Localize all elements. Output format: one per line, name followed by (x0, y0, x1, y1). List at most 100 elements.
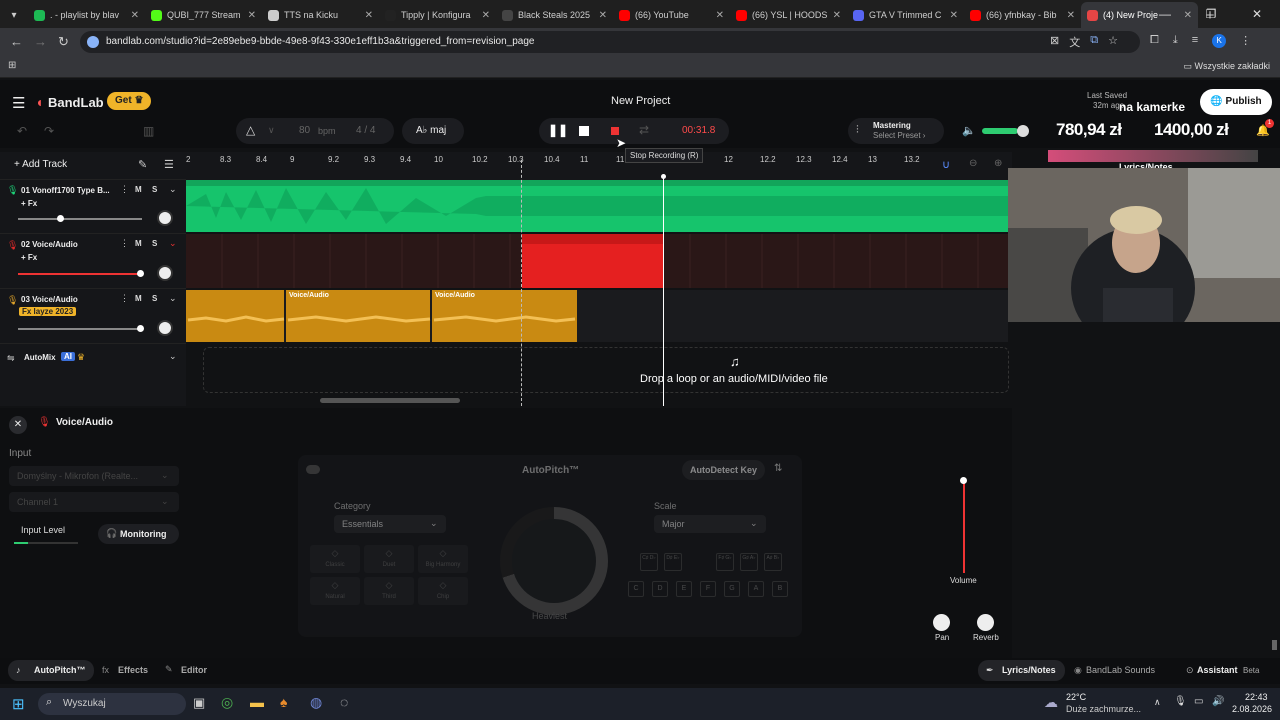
fl-studio-icon[interactable]: ♠ (280, 694, 287, 710)
pan-knob[interactable] (933, 614, 950, 631)
bpm-value[interactable]: 80 (299, 125, 310, 136)
edit-icon[interactable]: ✎ (138, 158, 147, 171)
site-info-icon[interactable] (87, 36, 99, 48)
time-signature[interactable]: 4 / 4 (356, 125, 375, 136)
track-header-3[interactable]: 🎙 03 Voice/Audio ⋮ M S ⌄ Fx layze 2023 (0, 289, 186, 344)
weather-desc[interactable]: Duże zachmurze... (1066, 704, 1141, 714)
mute-button[interactable]: M (135, 294, 142, 303)
pause-icon[interactable]: ❚❚ (548, 123, 568, 137)
browser-tab-2[interactable]: TTS na Kicku ✕ (262, 2, 379, 28)
get-button[interactable]: Get ♛ (107, 92, 152, 110)
fx-button[interactable]: + Fx (21, 199, 37, 208)
solo-button[interactable]: S (152, 239, 157, 248)
apps-grid-icon[interactable]: ⊞ (8, 60, 16, 71)
close-tab-icon[interactable]: ✕ (482, 10, 490, 21)
close-tab-icon[interactable]: ✕ (833, 10, 841, 21)
note-button[interactable]: D♯ E♭ (664, 553, 682, 571)
chrome-icon[interactable]: ◎ (221, 694, 233, 711)
tab-assistant[interactable]: Assistant (1197, 665, 1238, 675)
speaker-icon[interactable]: 🔈 (962, 124, 976, 137)
timeline-scrollbar[interactable] (320, 398, 460, 403)
volume-handle[interactable] (137, 270, 144, 277)
preset-button[interactable]: ◇ Duet (364, 545, 414, 573)
redo-icon[interactable]: ↷ (44, 124, 54, 138)
browser-tab-6[interactable]: (66) YSL | HOODS ✕ (730, 2, 847, 28)
mixer-icon[interactable]: ☰ (164, 158, 174, 171)
all-bookmarks-link[interactable]: ▭ Wszystkie zakładki (1183, 61, 1270, 72)
camera-off-icon[interactable]: ⊠ (1050, 34, 1059, 50)
key-button[interactable]: A♭ maj (402, 118, 464, 144)
track-header-2[interactable]: 🎙 02 Voice/Audio ⋮ M S ⌄ + Fx (0, 234, 186, 289)
chevron-down-icon[interactable]: ⌄ (169, 351, 177, 362)
track-volume-slider[interactable] (18, 273, 142, 275)
forward-icon[interactable]: → (34, 34, 47, 49)
monitoring-button[interactable]: 🎧 Monitoring (98, 524, 179, 544)
tab-autopitch[interactable]: ♪ AutoPitch™ (8, 660, 94, 681)
panel-scrollbar[interactable] (1272, 640, 1277, 650)
automix-row[interactable]: ⇋ AutoMix AI ♛ ⌄ (0, 344, 186, 372)
tab-bandlab-sounds[interactable]: BandLab Sounds (1086, 665, 1155, 675)
obs-icon[interactable]: ◌ (340, 694, 348, 710)
url-field[interactable]: bandlab.com/studio?id=2e89ebe9-bbde-49e8… (80, 31, 1140, 53)
track-lane-2[interactable] (186, 234, 1008, 288)
close-tab-icon[interactable]: ✕ (131, 10, 139, 21)
download-icon[interactable]: ⤓ (1173, 34, 1178, 48)
bookmark-star-icon[interactable]: ☆ (1108, 34, 1118, 50)
browser-tab-5[interactable]: (66) YouTube ✕ (613, 2, 730, 28)
volume-fader-handle[interactable] (960, 477, 967, 484)
maximize-icon[interactable]: ❐ (1188, 0, 1234, 28)
playhead[interactable] (663, 176, 664, 406)
browser-tab-1[interactable]: QUBI_777 Stream ✕ (145, 2, 262, 28)
preset-button[interactable]: ◇ Natural (310, 577, 360, 605)
fx-button[interactable]: Fx layze 2023 (19, 307, 77, 316)
close-tab-icon[interactable]: ✕ (716, 10, 724, 21)
browser-tab-7[interactable]: GTA V Trimmed C ✕ (847, 2, 964, 28)
reverb-knob[interactable] (977, 614, 994, 631)
note-button[interactable]: F (700, 581, 716, 597)
weather-temp[interactable]: 22°C (1066, 692, 1086, 702)
master-volume-handle[interactable] (1017, 125, 1029, 137)
close-tab-icon[interactable]: ✕ (248, 10, 256, 21)
loop-marker[interactable] (521, 160, 522, 406)
preset-button[interactable]: ◇ Chip (418, 577, 468, 605)
reload-icon[interactable]: ↻ (58, 34, 69, 50)
browser-tab-8[interactable]: (66) yfnbkay - Bib ✕ (964, 2, 1081, 28)
browser-tab-4[interactable]: Black Steals 2025 ✕ (496, 2, 613, 28)
pan-knob[interactable] (157, 320, 173, 336)
close-panel-icon[interactable]: ✕ (9, 416, 27, 434)
track-menu-icon[interactable]: ⋮ (120, 293, 129, 304)
note-button[interactable]: E (676, 581, 692, 597)
install-icon[interactable]: ⧉ (1090, 34, 1098, 50)
preset-button[interactable]: ◇ Third (364, 577, 414, 605)
snap-magnet-icon[interactable]: ∪ (942, 158, 950, 171)
metronome-icon[interactable]: △ (246, 123, 255, 137)
record-icon[interactable] (611, 127, 619, 135)
track-menu-icon[interactable]: ⋮ (120, 184, 129, 195)
track-header-1[interactable]: 🎙 01 Vonoff1700 Type B... ⋮ M S ⌄ + Fx (0, 180, 186, 234)
note-button[interactable]: A (748, 581, 764, 597)
note-button[interactable]: D (652, 581, 668, 597)
close-tab-icon[interactable]: ✕ (1067, 10, 1075, 21)
close-tab-icon[interactable]: ✕ (950, 10, 958, 21)
project-title[interactable]: New Project (611, 95, 670, 107)
track-name-2[interactable]: 02 Voice/Audio (21, 240, 113, 249)
track-name-3[interactable]: 03 Voice/Audio (21, 295, 113, 304)
chevron-down-icon[interactable]: ⌄ (169, 293, 177, 304)
chevron-down-icon[interactable]: ∨ (268, 125, 275, 136)
volume-handle[interactable] (57, 215, 64, 222)
scale-select[interactable]: Major ⌄ (654, 515, 766, 533)
file-explorer-icon[interactable]: ▬ (250, 694, 264, 710)
tab-editor[interactable]: Editor (181, 665, 207, 675)
preset-button[interactable]: ◇ Big Harmony (418, 545, 468, 573)
note-button[interactable]: G♯ A♭ (740, 553, 758, 571)
mute-button[interactable]: M (135, 239, 142, 248)
piano-icon[interactable]: ▥ (143, 124, 154, 138)
clock-time[interactable]: 22:43 (1245, 692, 1268, 702)
zoom-out-icon[interactable]: ⊖ (969, 158, 977, 169)
mastering-button[interactable]: ⫶ Mastering Select Preset › (848, 118, 944, 144)
track-menu-icon[interactable]: ⋮ (120, 238, 129, 249)
tray-chevron-icon[interactable]: ∧ (1154, 697, 1161, 708)
minimize-icon[interactable]: — (1142, 0, 1188, 28)
playhead-handle[interactable] (661, 174, 666, 179)
clock-date[interactable]: 2.08.2026 (1232, 704, 1272, 714)
